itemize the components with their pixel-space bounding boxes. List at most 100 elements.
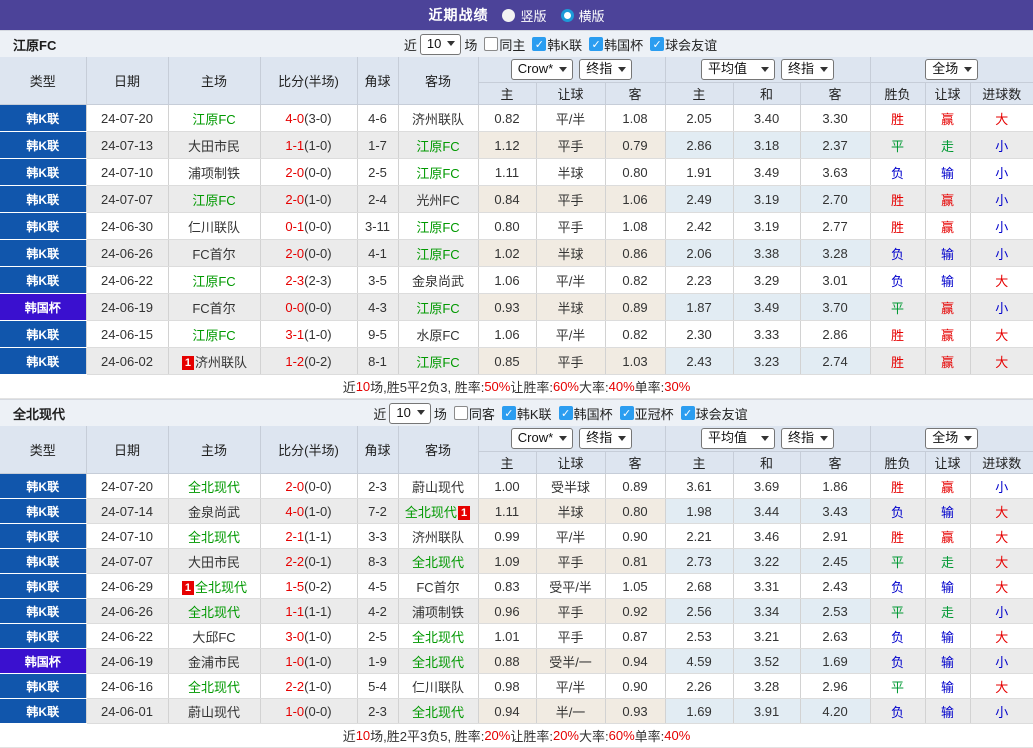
filter-checkbox-2[interactable]: ✓韩国杯 [589,35,643,54]
away-team-name: FC首尔 [416,580,459,595]
crow-select-value: Crow* [518,430,553,446]
odds-cell: 平/半 [536,524,605,549]
summary-value: 60% [609,728,635,743]
home-team-cell: 蔚山现代 [168,699,260,724]
odds-cell: 1.09 [478,549,536,574]
full-match-select-value: 全场 [932,430,958,446]
filter-bar: 江原FC近10场✓同主✓韩K联✓韩国杯✓球会友谊 [0,30,1033,57]
odds-cell: 0.85 [478,348,536,375]
summary-line: 近10场,胜5平2负3, 胜率:50% 让胜率:60% 大率:40% 单率:30… [0,375,1033,399]
filter-checkbox-3[interactable]: ✓球会友谊 [650,35,717,54]
result-cell: 大 [970,574,1033,599]
average-select[interactable]: 平均值 [701,59,775,80]
summary-value: 50% [484,379,510,394]
home-team-name: 江原FC [192,274,235,289]
final-odds-select-2[interactable]: 终指 [781,59,834,80]
full-time-score: 1-1 [285,138,304,153]
radio-horizontal-icon[interactable] [561,9,574,22]
odds-cell: 3.30 [800,105,870,132]
radio-option-horizontal[interactable]: 横版 [561,6,605,25]
full-match-select[interactable]: 全场 [925,428,978,449]
col-header-5: 客场 [398,426,478,474]
odds-cell: 半球 [536,240,605,267]
full-time-score: 3-0 [285,629,304,644]
checkbox-unchecked-icon[interactable]: ✓ [484,37,498,51]
average-select[interactable]: 平均值 [701,428,775,449]
date-cell: 24-07-10 [86,159,168,186]
games-count-select-value: 10 [427,36,441,52]
odds-col-header-2-2: 进球数 [970,452,1033,474]
half-time-score: (1-0) [304,504,331,519]
away-team-name: 蔚山现代 [412,480,464,495]
score-cell: 2-0(1-0) [260,186,357,213]
full-time-score: 2-2 [285,679,304,694]
final-odds-select-2-value: 终指 [788,61,814,77]
filter-checkbox-1[interactable]: ✓韩K联 [532,35,582,54]
header-row-selects: 类型日期主场比分(半场)角球客场Crow*终指平均值终指全场 [0,57,1033,83]
checkbox-checked-icon[interactable]: ✓ [589,37,603,51]
radio-vertical-icon[interactable] [502,9,515,22]
result-cell: 大 [970,499,1033,524]
result-cell: 负 [870,624,925,649]
corner-cell: 4-3 [357,294,398,321]
checkbox-label: 球会友谊 [696,404,748,423]
full-time-score: 0-1 [285,219,304,234]
full-time-score: 1-5 [285,579,304,594]
corner-cell: 8-3 [357,549,398,574]
summary-label: 近 [343,377,356,396]
away-team-name: 江原FC [416,139,459,154]
odds-cell: 受半/一 [536,649,605,674]
odds-cell: 3.63 [800,159,870,186]
checkbox-label: 同客 [469,404,495,423]
match-row: 韩K联24-06-22江原FC2-3(2-3)3-5金泉尚武1.06平/半0.8… [0,267,1033,294]
result-cell: 负 [870,267,925,294]
checkbox-unchecked-icon[interactable]: ✓ [454,406,468,420]
filter-checkbox-1[interactable]: ✓韩K联 [502,404,552,423]
checkbox-checked-icon[interactable]: ✓ [650,37,664,51]
summary-value: 10 [356,728,370,743]
filter-checkbox-3[interactable]: ✓亚冠杯 [620,404,674,423]
odds-cell: 2.42 [665,213,733,240]
odds-cell: 0.83 [478,574,536,599]
result-cell: 赢 [925,105,970,132]
radio-option-vertical[interactable]: 竖版 [502,6,546,25]
games-count-select[interactable]: 10 [389,403,430,424]
summary-label: 大率: [579,377,609,396]
date-cell: 24-07-20 [86,474,168,499]
final-odds-select-2[interactable]: 终指 [781,428,834,449]
date-cell: 24-07-10 [86,524,168,549]
half-time-score: (0-1) [304,554,331,569]
summary-value: 20% [484,728,510,743]
final-odds-select-1[interactable]: 终指 [579,59,632,80]
filter-checkbox-2[interactable]: ✓韩国杯 [559,404,613,423]
checkbox-checked-icon[interactable]: ✓ [559,406,573,420]
filter-checkbox-0[interactable]: ✓同主 [484,35,525,54]
checkbox-checked-icon[interactable]: ✓ [502,406,516,420]
full-time-score: 4-0 [285,504,304,519]
score-cell: 2-2(1-0) [260,674,357,699]
odds-cell: 1.06 [478,267,536,294]
checkbox-checked-icon[interactable]: ✓ [532,37,546,51]
odds-cell: 2.37 [800,132,870,159]
games-count-select[interactable]: 10 [420,34,461,55]
result-cell: 走 [925,549,970,574]
home-team-name: 仁川联队 [188,220,240,235]
filter-checkbox-4[interactable]: ✓球会友谊 [681,404,748,423]
away-team-name: 全北现代 [405,505,457,520]
crow-select[interactable]: Crow* [511,428,573,449]
full-match-select[interactable]: 全场 [925,59,978,80]
odds-cell: 2.43 [665,348,733,375]
corner-cell: 1-7 [357,132,398,159]
final-odds-select-1[interactable]: 终指 [579,428,632,449]
away-team-cell: 金泉尚武 [398,267,478,294]
checkbox-checked-icon[interactable]: ✓ [620,406,634,420]
filter-checkbox-0[interactable]: ✓同客 [454,404,495,423]
crow-select[interactable]: Crow* [511,59,573,80]
odds-cell: 半球 [536,159,605,186]
checkbox-checked-icon[interactable]: ✓ [681,406,695,420]
odds-cell: 3.01 [800,267,870,294]
checkbox-label: 同主 [499,35,525,54]
home-team-cell: FC首尔 [168,240,260,267]
half-time-score: (0-0) [304,704,331,719]
odds-cell: 1.08 [605,105,665,132]
